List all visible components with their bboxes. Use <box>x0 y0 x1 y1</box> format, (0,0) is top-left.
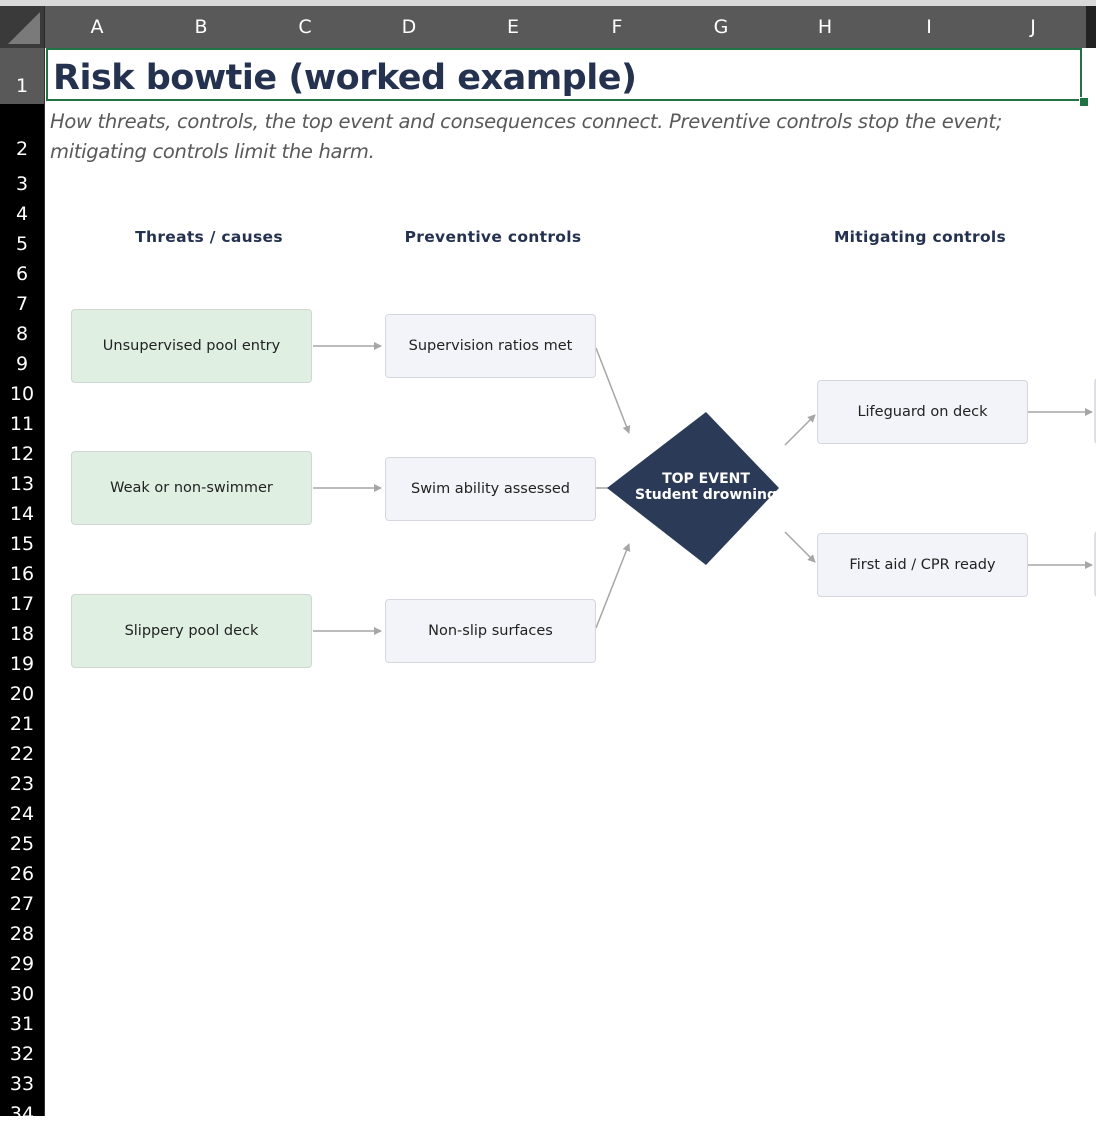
arrow-control1-to-top-event <box>595 347 631 434</box>
row-header-23[interactable]: 23 <box>0 769 44 799</box>
mitigating-control-box-1[interactable]: Lifeguard on deck <box>817 380 1028 444</box>
threat-box-3[interactable]: Slippery pool deck <box>71 594 312 668</box>
threat-label-3: Slippery pool deck <box>124 623 259 639</box>
column-header-c[interactable]: C <box>253 6 357 48</box>
row-header-29[interactable]: 29 <box>0 949 44 979</box>
row-header-1[interactable]: 1 <box>0 48 44 104</box>
top-event-label: TOP EVENT Student drowning <box>601 471 811 503</box>
threat-box-2[interactable]: Weak or non-swimmer <box>71 451 312 525</box>
column-header-f[interactable]: F <box>565 6 669 48</box>
mitigating-control-box-2[interactable]: First aid / CPR ready <box>817 533 1028 597</box>
preventive-control-label-1: Supervision ratios met <box>408 338 573 354</box>
top-event-name: Student drowning <box>634 487 778 503</box>
arrow-top-event-to-mitigation2 <box>784 531 816 563</box>
column-header-e[interactable]: E <box>461 6 565 48</box>
row-header-32[interactable]: 32 <box>0 1039 44 1069</box>
row-header-2[interactable]: 2 <box>0 104 44 168</box>
row-header-8[interactable]: 8 <box>0 319 44 349</box>
preventive-control-label-2: Swim ability assessed <box>410 481 571 497</box>
threat-label-2: Weak or non-swimmer <box>110 480 273 496</box>
column-header-scroll-edge <box>1086 6 1096 48</box>
column-header-j[interactable]: J <box>981 6 1085 48</box>
row-header-4[interactable]: 4 <box>0 199 44 229</box>
row-header-5[interactable]: 5 <box>0 229 44 259</box>
arrow-control3-to-top-event <box>595 543 631 629</box>
row-header-19[interactable]: 19 <box>0 649 44 679</box>
row-header-24[interactable]: 24 <box>0 799 44 829</box>
row-header-34[interactable]: 34 <box>0 1099 44 1129</box>
row-header-25[interactable]: 25 <box>0 829 44 859</box>
row-header-15[interactable]: 15 <box>0 529 44 559</box>
row-header-30[interactable]: 30 <box>0 979 44 1009</box>
row-header-7[interactable]: 7 <box>0 289 44 319</box>
column-header-a[interactable]: A <box>45 6 149 48</box>
mitigating-control-label-2: First aid / CPR ready <box>849 557 996 573</box>
row-header-28[interactable]: 28 <box>0 919 44 949</box>
mitigating-control-label-1: Lifeguard on deck <box>857 404 988 420</box>
row-header-bar: 1 2 3 4 5 6 7 8 9 10 11 12 13 14 15 16 1… <box>0 48 45 1125</box>
row-header-20[interactable]: 20 <box>0 679 44 709</box>
arrow-top-event-to-mitigation1 <box>784 414 816 446</box>
row-header-11[interactable]: 11 <box>0 409 44 439</box>
row-header-14[interactable]: 14 <box>0 499 44 529</box>
row-header-9[interactable]: 9 <box>0 349 44 379</box>
select-all-icon <box>8 12 40 44</box>
preventive-control-box-3[interactable]: Non-slip surfaces <box>385 599 596 663</box>
row-header-13[interactable]: 13 <box>0 469 44 499</box>
row-header-27[interactable]: 27 <box>0 889 44 919</box>
row-header-22[interactable]: 22 <box>0 739 44 769</box>
column-header-h[interactable]: H <box>773 6 877 48</box>
row-header-33[interactable]: 33 <box>0 1069 44 1099</box>
row-header-31[interactable]: 31 <box>0 1009 44 1039</box>
column-header-d[interactable]: D <box>357 6 461 48</box>
row-header-26[interactable]: 26 <box>0 859 44 889</box>
row-header-21[interactable]: 21 <box>0 709 44 739</box>
column-header-bar: A B C D E F G H I J <box>45 6 1086 48</box>
column-header-b[interactable]: B <box>149 6 253 48</box>
threat-label-1: Unsupervised pool entry <box>102 338 281 354</box>
row-header-10[interactable]: 10 <box>0 379 44 409</box>
row-header-6[interactable]: 6 <box>0 259 44 289</box>
preventive-control-box-1[interactable]: Supervision ratios met <box>385 314 596 378</box>
preventive-control-box-2[interactable]: Swim ability assessed <box>385 457 596 521</box>
column-header-g[interactable]: G <box>669 6 773 48</box>
top-event-heading: TOP EVENT <box>662 471 750 487</box>
row-header-12[interactable]: 12 <box>0 439 44 469</box>
threat-box-1[interactable]: Unsupervised pool entry <box>71 309 312 383</box>
row-header-16[interactable]: 16 <box>0 559 44 589</box>
preventive-control-label-3: Non-slip surfaces <box>428 623 553 639</box>
row-header-18[interactable]: 18 <box>0 619 44 649</box>
row-header-17[interactable]: 17 <box>0 589 44 619</box>
column-header-i[interactable]: I <box>877 6 981 48</box>
sheet-grid[interactable]: Risk bowtie (worked example) How threats… <box>45 48 1096 1116</box>
row-header-3[interactable]: 3 <box>0 169 44 199</box>
select-all-corner[interactable] <box>0 6 45 48</box>
